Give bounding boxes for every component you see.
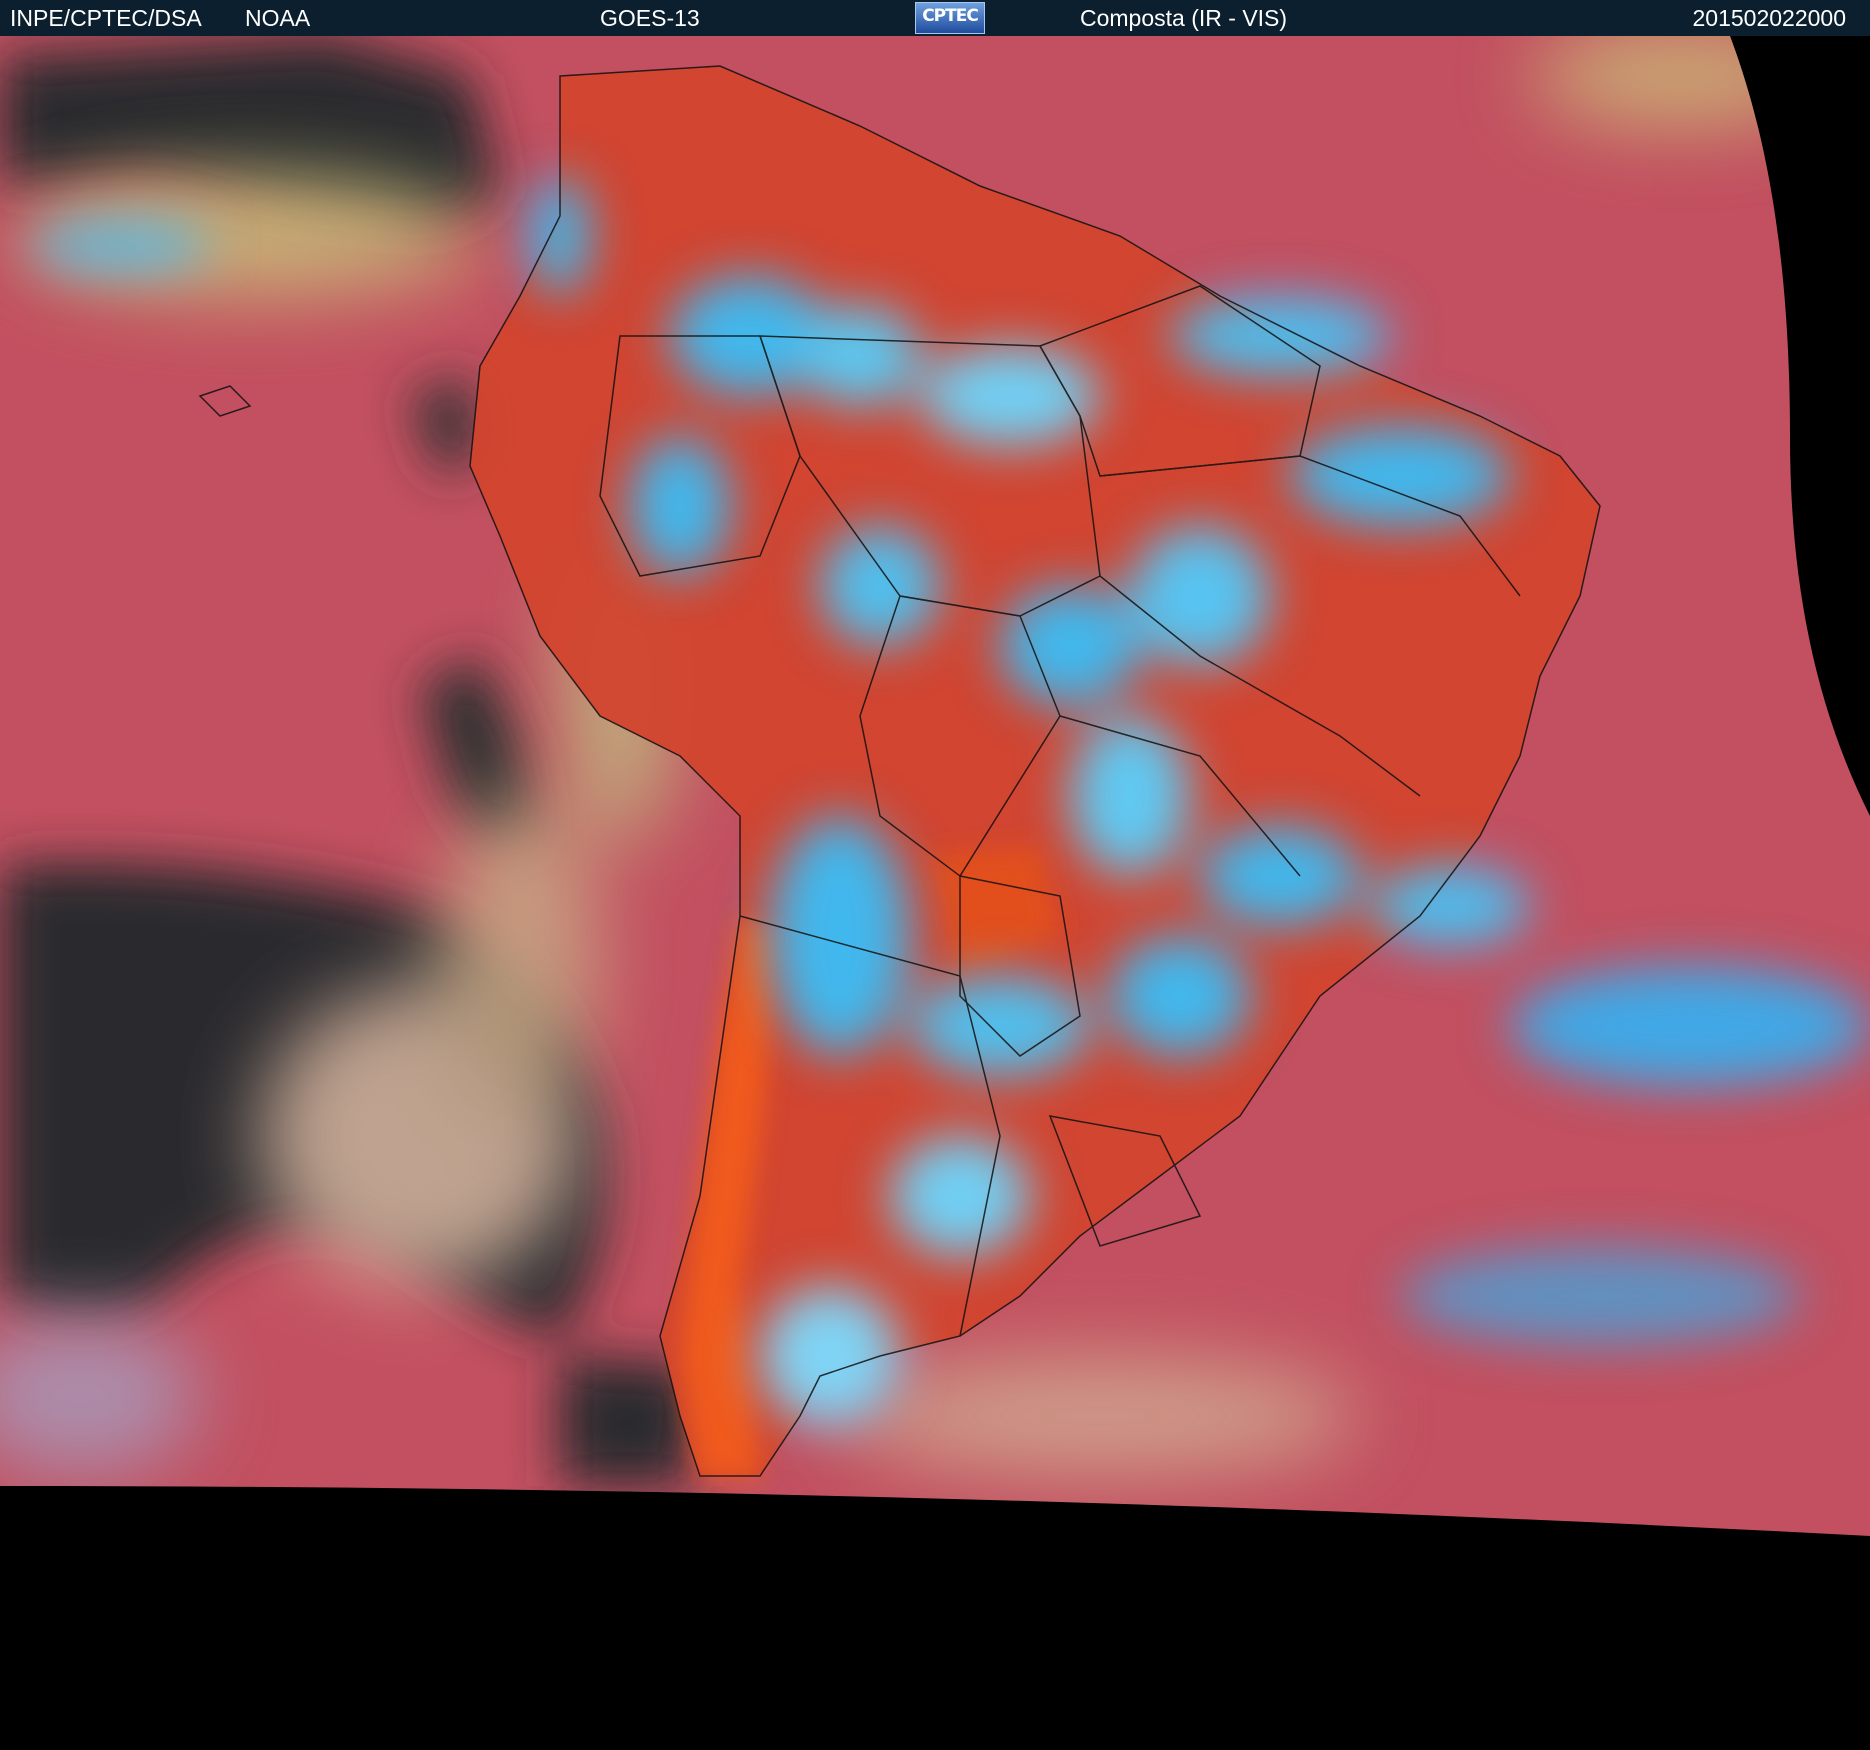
product-label: Composta (IR - VIS) [1080, 5, 1288, 31]
header-bar: INPE/CPTEC/DSA NOAA GOES-13 CPTEC Compos… [0, 0, 1870, 36]
satellite-label: GOES-13 [600, 5, 700, 31]
satellite-map-svg [0, 36, 1870, 1750]
organization-label: INPE/CPTEC/DSA [10, 5, 202, 31]
logo-text: CPTEC [922, 6, 979, 26]
cptec-logo: CPTEC [915, 2, 985, 34]
datetime-label: 201502022000 [1692, 5, 1847, 31]
agency-label: NOAA [245, 5, 311, 31]
earth-disk [0, 36, 1870, 1536]
satellite-image [0, 36, 1870, 1750]
